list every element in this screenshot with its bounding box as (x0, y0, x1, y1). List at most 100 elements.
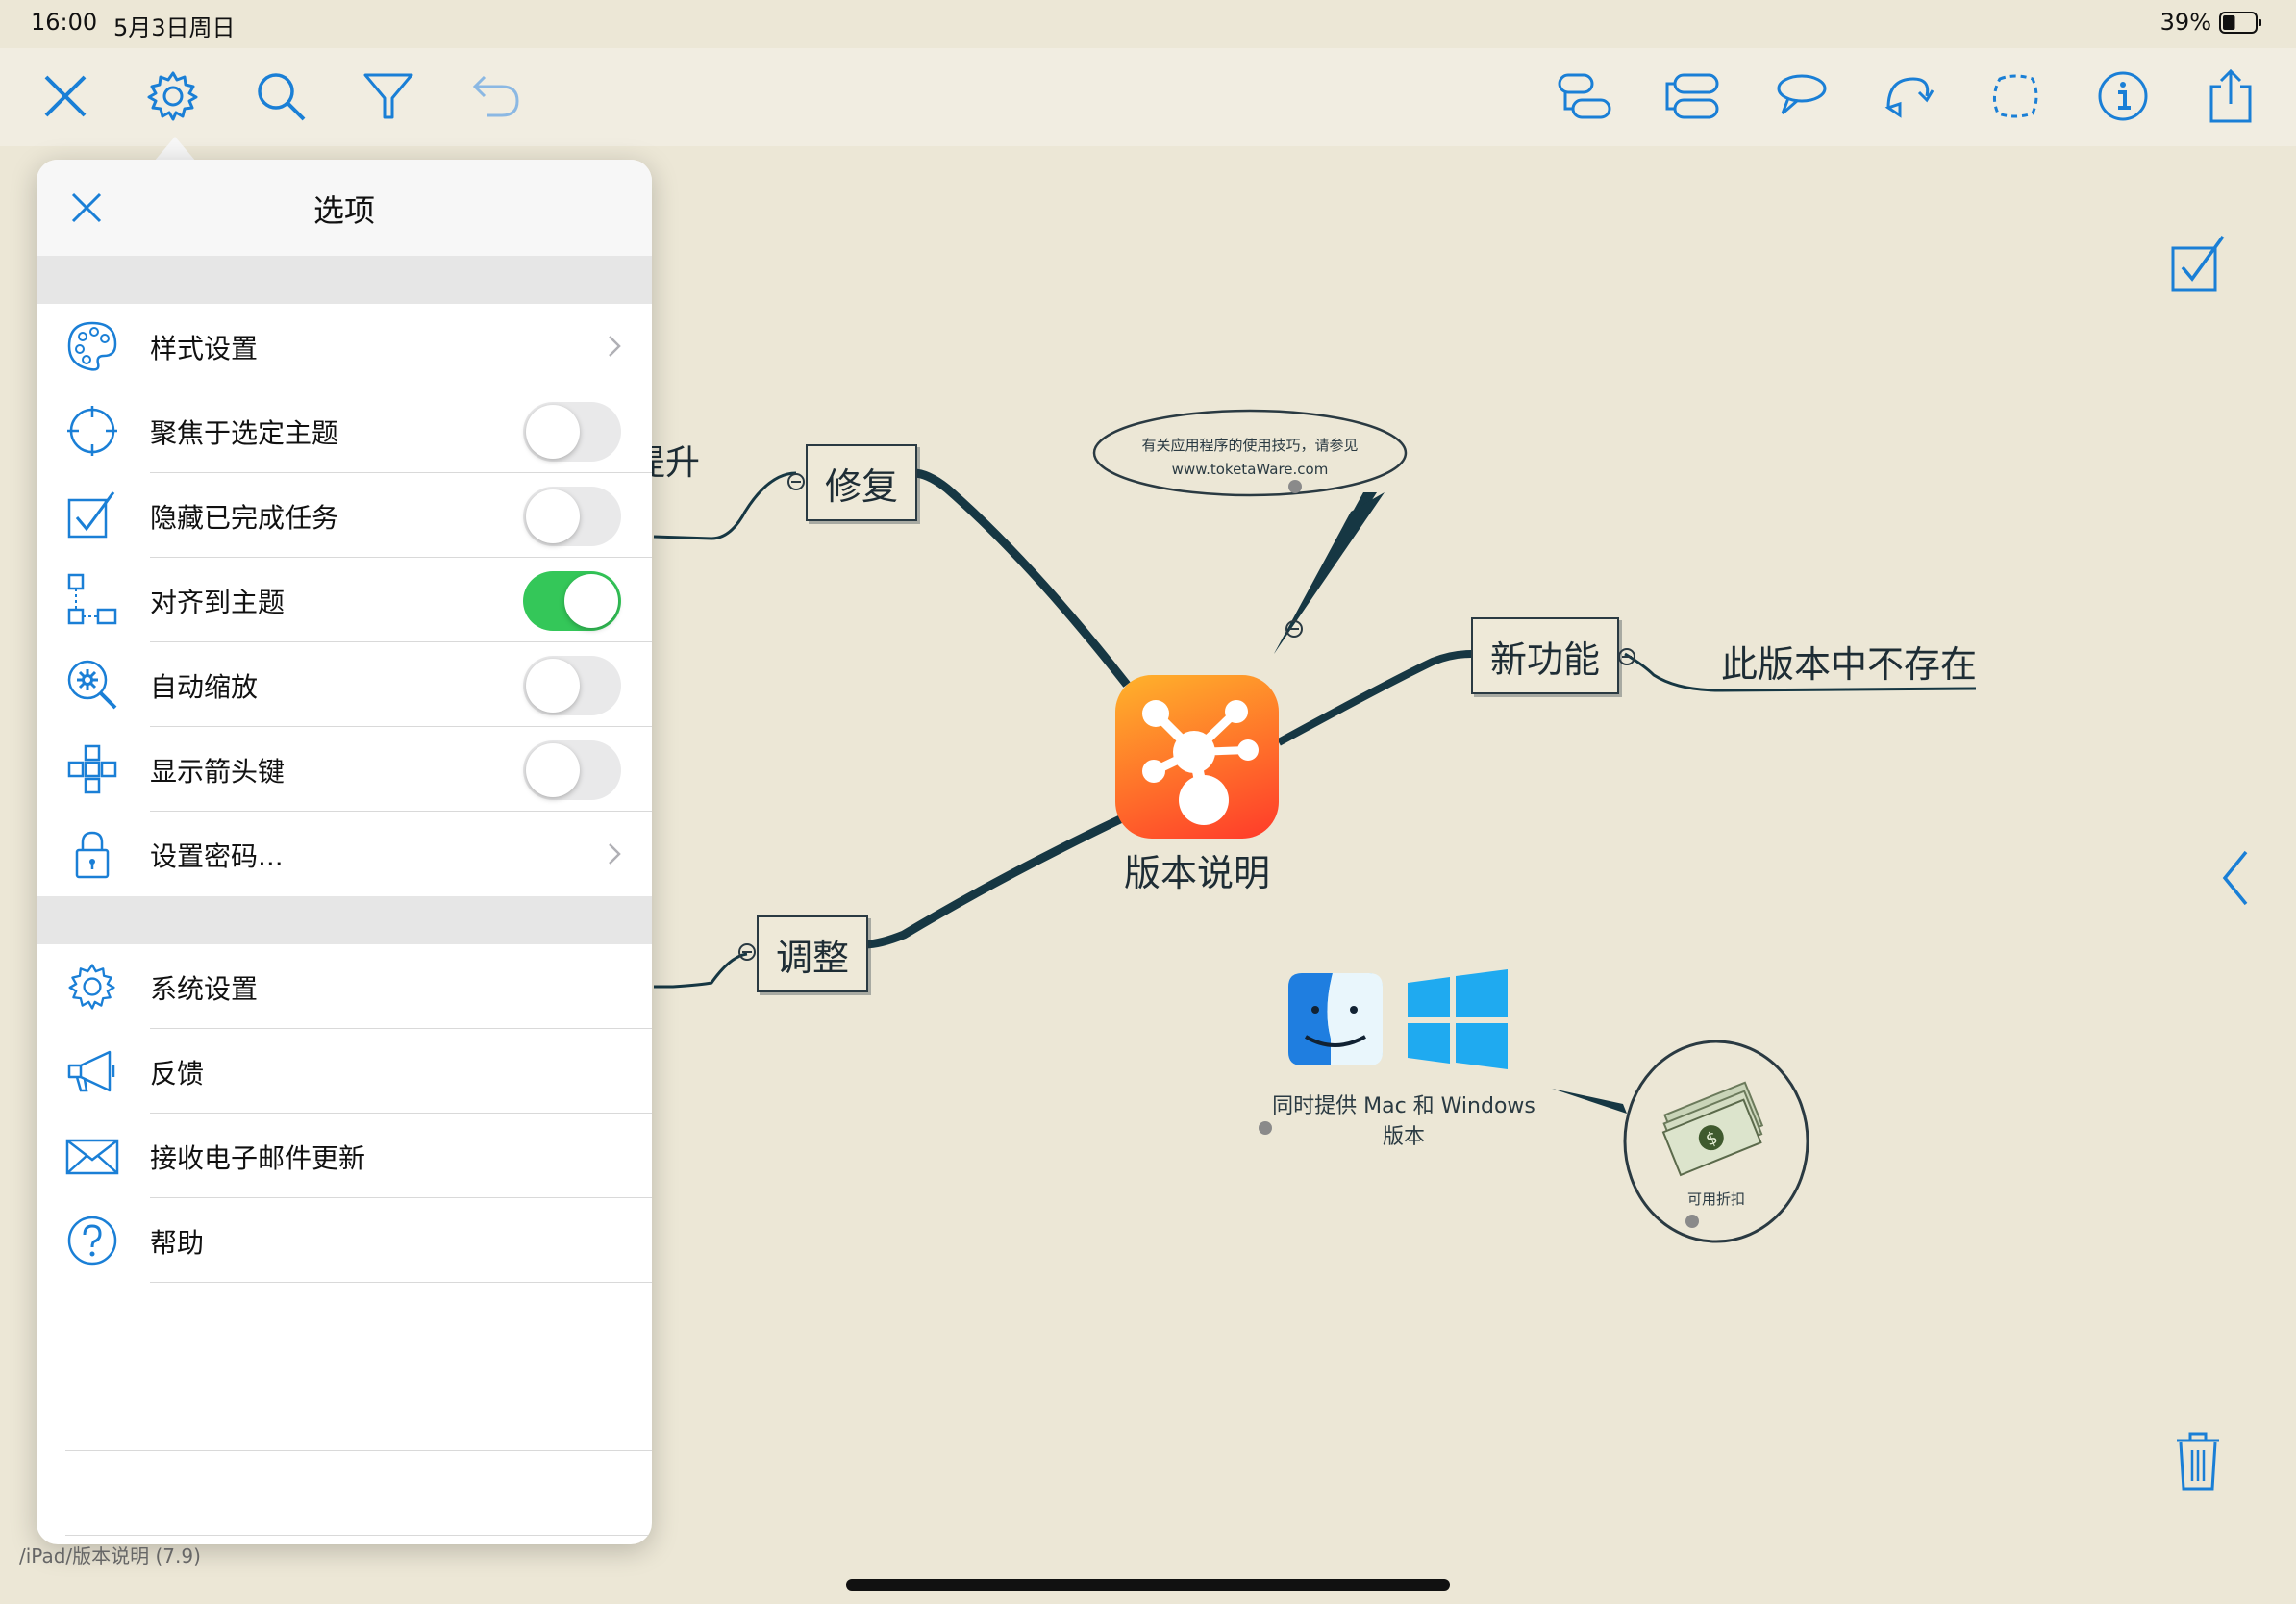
app-logo-icon (1142, 700, 1259, 825)
gear-icon (147, 71, 198, 121)
align-icon (67, 573, 117, 625)
row-label: 样式设置 (150, 333, 259, 364)
add-subtopic-icon (1558, 73, 1611, 119)
row-label: 设置密码... (150, 840, 284, 872)
windows-icon (1406, 967, 1510, 1071)
battery-percent: 39% (2159, 9, 2211, 36)
popover-header: 选项 (37, 160, 652, 257)
platforms-label[interactable]: 同时提供 Mac 和 Windows 版本 (1260, 1089, 1548, 1150)
row-label: 显示箭头键 (150, 756, 286, 788)
info-icon (2098, 71, 2148, 121)
row-feedback[interactable]: 反馈 (37, 1029, 652, 1114)
callout-line-1: 有关应用程序的使用技巧，请参见 (1141, 437, 1359, 454)
topic-fix[interactable]: 修复 (806, 444, 917, 521)
central-topic-label[interactable]: 版本说明 (1115, 843, 1279, 896)
row-label: 帮助 (150, 1227, 205, 1259)
row-label: 系统设置 (150, 973, 259, 1005)
callout-button[interactable] (1765, 62, 1834, 131)
callout-line-2: www.toketaWare.com (1171, 461, 1329, 478)
hide-completed-toggle[interactable] (523, 487, 621, 546)
row-hide-completed: 隐藏已完成任务 (37, 473, 652, 558)
row-help[interactable]: 帮助 (37, 1198, 652, 1283)
row-system-settings[interactable]: 系统设置 (37, 944, 652, 1029)
share-button[interactable] (2196, 62, 2265, 131)
boundary-icon (1993, 74, 2038, 118)
finder-icon (1286, 971, 1385, 1067)
info-button[interactable] (2088, 62, 2158, 131)
side-panel-button[interactable] (2217, 844, 2256, 912)
row-label: 反馈 (150, 1058, 205, 1090)
arrow-keys-toggle[interactable] (523, 740, 621, 800)
relationship-button[interactable] (1873, 62, 1942, 131)
row-label: 接收电子邮件更新 (150, 1142, 366, 1174)
delete-button[interactable] (2171, 1429, 2225, 1492)
add-topic-button[interactable] (1658, 62, 1727, 131)
toolbar (0, 48, 2296, 146)
undo-icon (472, 75, 519, 117)
search-icon (258, 73, 306, 121)
chevron-right-icon (609, 336, 621, 357)
row-label: 自动缩放 (150, 671, 259, 703)
row-snap-to-topic: 对齐到主题 (37, 558, 652, 642)
topic-adjust[interactable]: 调整 (757, 915, 868, 992)
chevron-right-icon (609, 843, 621, 865)
search-button[interactable] (246, 62, 315, 131)
add-subtopic-button[interactable] (1550, 62, 1619, 131)
row-label: 隐藏已完成任务 (150, 502, 339, 534)
row-set-password[interactable]: 设置密码... (37, 812, 652, 896)
megaphone-icon (67, 1050, 115, 1092)
add-topic-icon (1665, 73, 1719, 119)
crosshair-icon (67, 406, 117, 456)
status-bar: 16:00 5月3日周日 39% (0, 0, 2296, 48)
callout-text[interactable]: 有关应用程序的使用技巧，请参见 www.toketaWare.com (1115, 435, 1385, 478)
zoom-gear-icon (67, 660, 117, 710)
filter-icon (363, 73, 413, 119)
money-icon: $ (1661, 1079, 1775, 1185)
lock-icon (75, 831, 110, 879)
status-time: 16:00 (31, 9, 98, 36)
relationship-icon (1884, 77, 1934, 118)
focus-topic-toggle[interactable] (523, 402, 621, 462)
row-email-updates[interactable]: 接收电子邮件更新 (37, 1114, 652, 1198)
filter-button[interactable] (354, 62, 423, 131)
section-separator (37, 896, 652, 944)
close-icon (44, 75, 87, 117)
help-icon (67, 1216, 117, 1266)
auto-zoom-toggle[interactable] (523, 656, 621, 715)
subtopic-not-exist[interactable]: 此版本中不存在 (1721, 635, 1977, 688)
checkbox-icon (2171, 235, 2225, 292)
callout-icon (1777, 74, 1827, 115)
close-button[interactable] (31, 62, 100, 131)
battery-icon (2219, 12, 2261, 34)
task-toggle-button[interactable] (2163, 231, 2231, 298)
document-path: /iPad/版本说明 (7.9) (19, 1544, 201, 1567)
row-focus-topic: 聚焦于选定主题 (37, 388, 652, 473)
discount-label[interactable]: 可用折扣 (1663, 1189, 1769, 1209)
palette-icon (67, 321, 117, 371)
options-popover: 选项 样式设置 聚焦于选定主题 隐藏已完成任务 对齐到主题 自动缩放 显示箭头键 (37, 160, 652, 1544)
gear-icon (68, 964, 115, 1010)
arrow-keys-icon (67, 744, 117, 794)
popover-arrow (154, 137, 196, 162)
divider (65, 1535, 652, 1536)
snap-to-topic-toggle[interactable] (523, 571, 621, 631)
row-label: 聚焦于选定主题 (150, 417, 339, 449)
row-arrow-keys: 显示箭头键 (37, 727, 652, 812)
undo-button[interactable] (462, 62, 531, 131)
popover-title: 选项 (312, 192, 375, 229)
boundary-button[interactable] (1981, 62, 2050, 131)
settings-button[interactable] (138, 62, 208, 131)
checkbox-icon (67, 491, 115, 539)
row-label: 对齐到主题 (150, 587, 286, 618)
home-indicator[interactable] (846, 1579, 1450, 1591)
divider (65, 1450, 652, 1451)
share-icon (2209, 68, 2252, 123)
mail-icon (65, 1139, 119, 1175)
topic-new-features[interactable]: 新功能 (1471, 617, 1619, 694)
section-separator (37, 256, 652, 304)
row-auto-zoom: 自动缩放 (37, 642, 652, 727)
row-style-settings[interactable]: 样式设置 (37, 304, 652, 388)
central-topic-icon[interactable] (1115, 675, 1279, 839)
status-date: 5月3日周日 (113, 14, 236, 41)
trash-icon (2177, 1432, 2219, 1491)
